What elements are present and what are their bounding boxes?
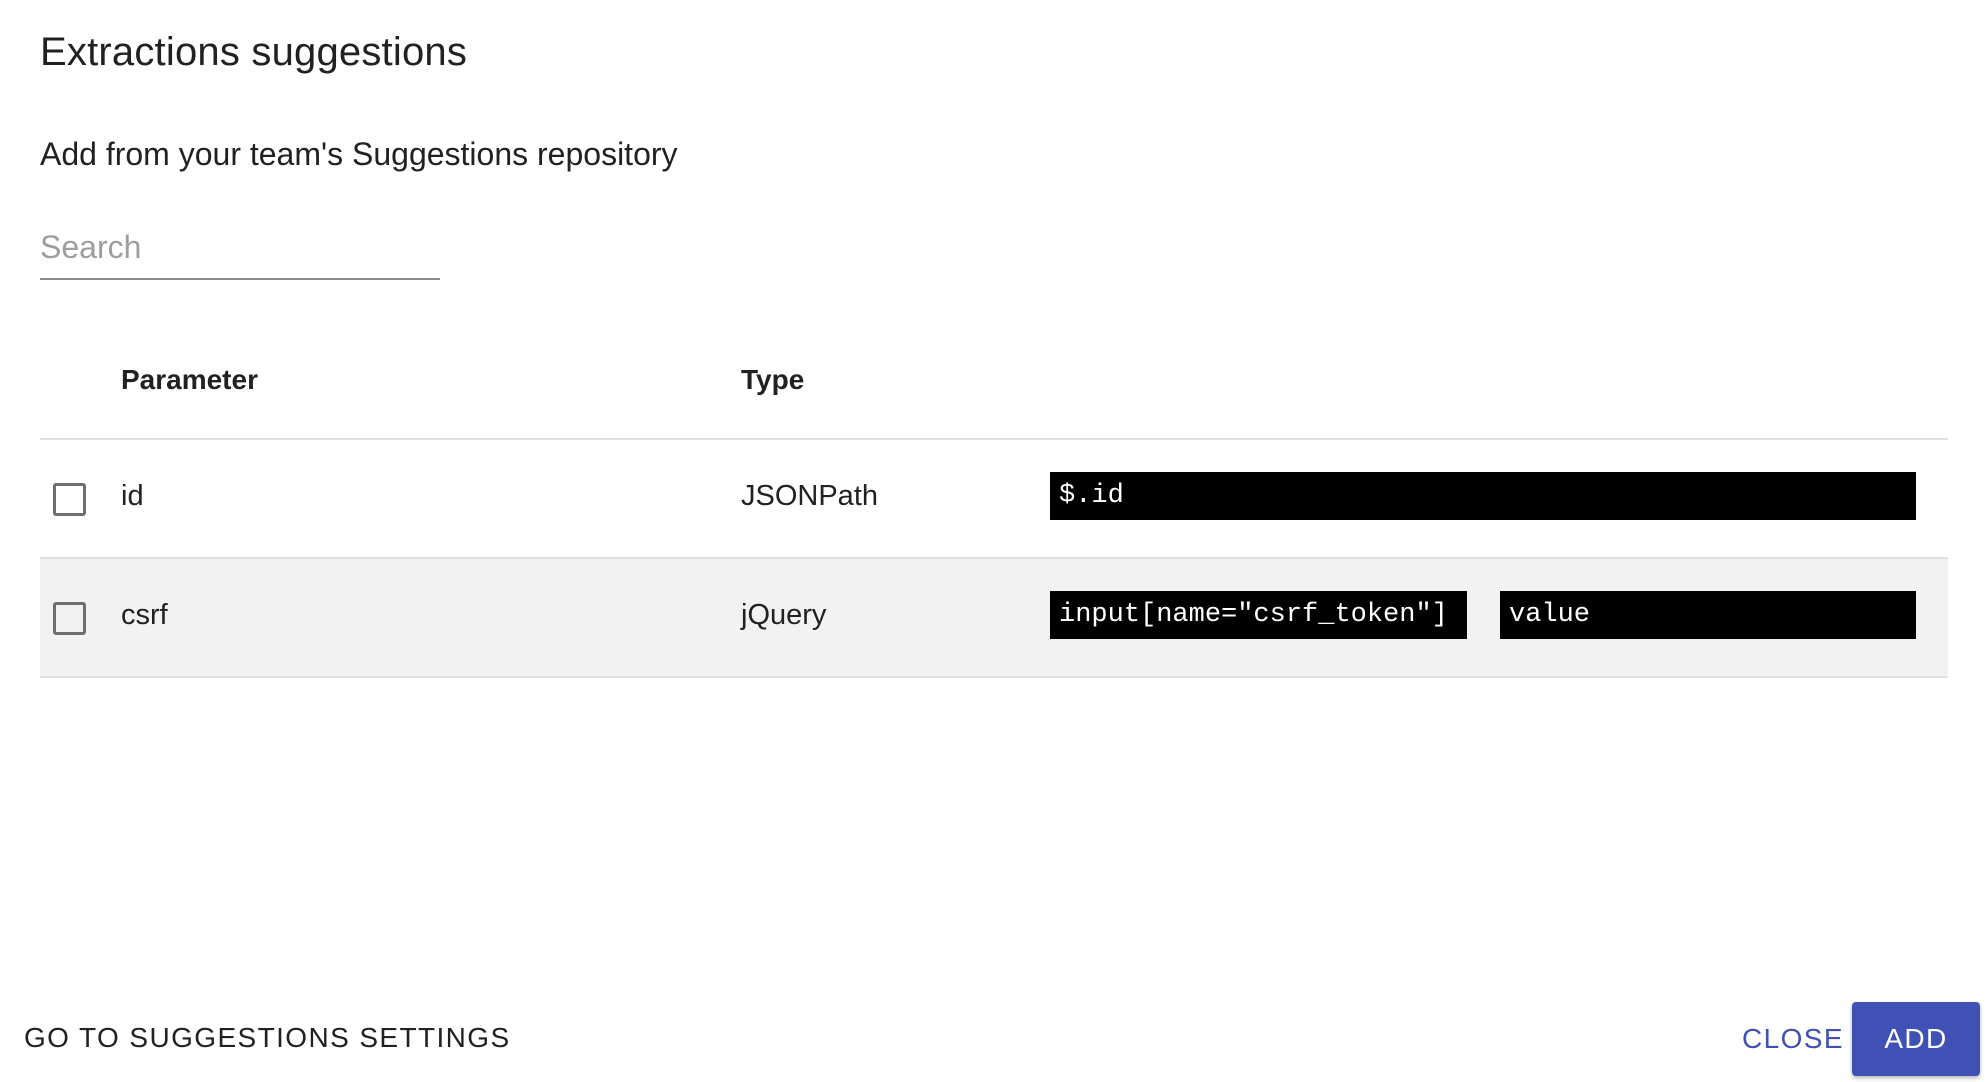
extractions-suggestions-dialog: Extractions suggestions Add from your te… [0,0,1988,1082]
dialog-title: Extractions suggestions [40,30,468,74]
column-header-type: Type [741,364,805,395]
go-to-suggestions-settings-button[interactable]: GO TO SUGGESTIONS SETTINGS [24,1022,511,1054]
suggestions-table: Parameter Type id JSONPath $.id csrf jQu… [40,320,1948,678]
dialog-subtitle: Add from your team's Suggestions reposit… [40,136,678,172]
type-cell: jQuery [741,599,827,631]
column-header-parameter: Parameter [121,364,258,395]
search-input[interactable] [40,220,440,274]
parameter-cell: csrf [121,599,168,631]
table-row: id JSONPath $.id [40,440,1948,559]
checkbox-unchecked-icon[interactable] [53,602,86,635]
attribute-field[interactable]: value [1500,591,1916,639]
selector-field[interactable]: input[name="csrf_token"] [1050,591,1467,639]
search-field [40,220,440,280]
add-button[interactable]: ADD [1852,1002,1980,1076]
table-row: csrf jQuery input[name="csrf_token"] val… [40,559,1948,678]
close-button[interactable]: CLOSE [1730,1004,1856,1074]
type-cell: JSONPath [741,480,878,512]
expression-field[interactable]: $.id [1050,472,1916,520]
table-header: Parameter Type [40,320,1948,440]
checkbox-unchecked-icon[interactable] [53,483,86,516]
parameter-cell: id [121,480,144,512]
